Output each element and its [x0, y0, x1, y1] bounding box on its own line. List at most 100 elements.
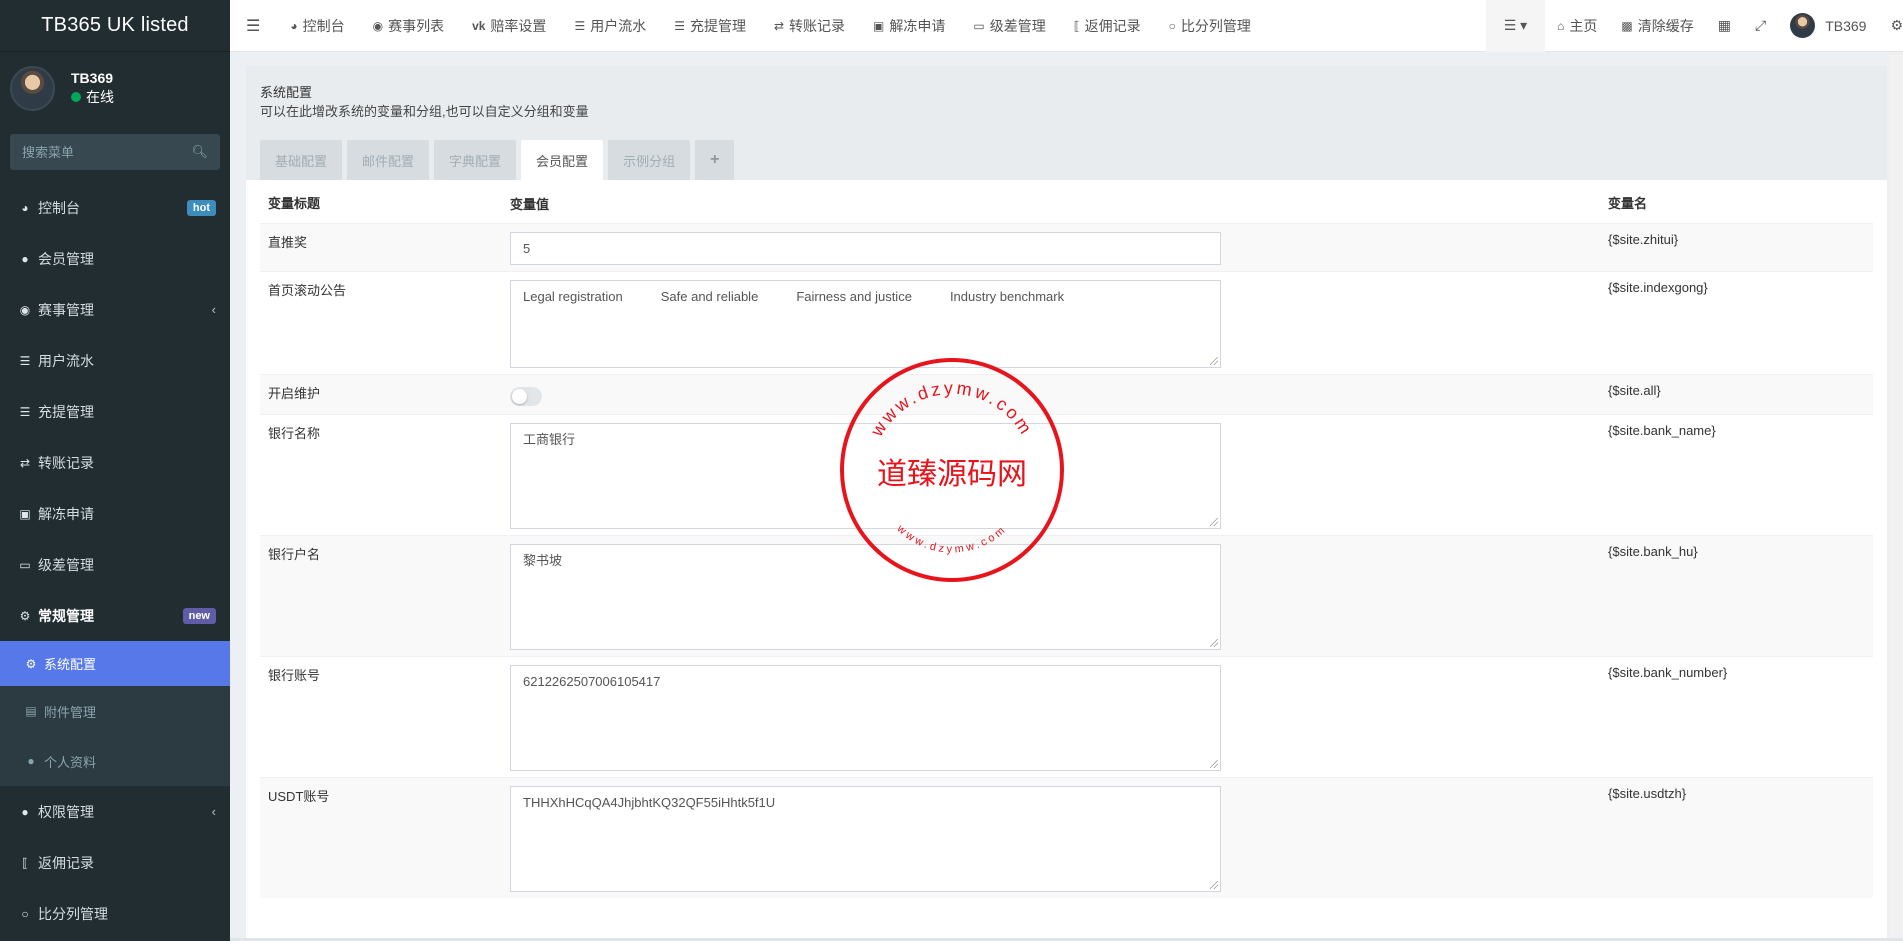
sidebar-submenu: ⚙ 系统配置 ▤ 附件管理 ● 个人资料	[0, 641, 230, 786]
usdt-address-textarea[interactable]: THHXhHCqQA4JhjbhtKQ32QF55iHhtk5f1U	[510, 786, 1221, 892]
maintenance-toggle[interactable]	[510, 387, 542, 406]
indent-list-icon: ☰	[19, 404, 31, 419]
brand-logo[interactable]: TB365 UK listed	[0, 0, 230, 52]
row-title: 银行名称	[268, 426, 321, 441]
transfer-icon: ⇄	[19, 455, 31, 470]
clear-cache-button[interactable]: ▩ 清除缓存	[1609, 0, 1705, 52]
sidebar-search-input[interactable]	[22, 144, 182, 160]
bank-name-textarea[interactable]: 工商银行	[510, 423, 1221, 529]
user-panel: TB369 在线	[0, 52, 230, 124]
topnav-label: 赛事列表	[388, 17, 445, 34]
topnav-level-diff[interactable]: ▭ 级差管理	[959, 0, 1059, 52]
topnav-transfers[interactable]: ⇄ 转账记录	[760, 0, 859, 52]
new-badge: new	[182, 607, 216, 624]
sidebar-item-dashboard[interactable]: ◕ 控制台 hot	[0, 182, 230, 233]
list-icon: ☰	[19, 353, 31, 368]
sidebar-item-level-diff[interactable]: ▭ 级差管理	[0, 539, 230, 590]
menu-dropdown-button[interactable]: ☰ ▾	[1485, 0, 1546, 52]
sidebar-item-events[interactable]: ◉ 赛事管理 ‹	[0, 284, 230, 335]
topnav-label: 转账记录	[789, 17, 846, 34]
tab-member[interactable]: 会员配置	[521, 140, 604, 180]
settings-button[interactable]: ⚙	[1878, 0, 1903, 52]
fullscreen-button[interactable]: ⤢	[1743, 0, 1778, 52]
image-icon: ▣	[873, 18, 885, 33]
tab-basic[interactable]: 基础配置	[260, 140, 343, 180]
sidebar-search: 🔍︎	[10, 134, 220, 170]
sidebar-item-members[interactable]: ● 会员管理	[0, 233, 230, 284]
topnav-commission[interactable]: ⟦ 返佣记录	[1060, 0, 1155, 52]
sidebar-item-system-config[interactable]: ⚙ 系统配置	[0, 641, 230, 686]
sidebar-item-label: 比分列管理	[38, 905, 108, 922]
sidebar-item-permissions[interactable]: ● 权限管理 ‹	[0, 786, 230, 837]
user-status: 在线	[71, 87, 114, 107]
tab-email[interactable]: 邮件配置	[347, 140, 430, 180]
trash-icon: ▩	[1621, 18, 1633, 33]
sidebar-item-label: 常规管理	[38, 607, 94, 624]
sidebar-item-label: 充提管理	[38, 403, 94, 420]
table-row: USDT账号 THHXhHCqQA4JhjbhtKQ32QF55iHhtk5f1…	[260, 777, 1873, 898]
user-icon: ●	[27, 754, 35, 768]
file-image-icon: ▤	[25, 704, 37, 718]
home-link[interactable]: ⌂ 主页	[1545, 0, 1609, 52]
config-table: 变量标题 变量值 变量名 直推奖 5 {$site.zhitui} 首页滚动公告…	[246, 180, 1887, 898]
dashboard-icon: ◕	[21, 200, 29, 215]
tab-example-group[interactable]: 示例分组	[608, 140, 691, 180]
row-var-name: {$site.bank_hu}	[1608, 544, 1698, 559]
indent-list-icon: ☰	[674, 18, 685, 33]
cogs-icon: ⚙	[19, 608, 31, 623]
add-tab-button[interactable]: +	[695, 140, 735, 180]
row-title: USDT账号	[268, 789, 330, 804]
notice-textarea[interactable]: Legal registration Safe and reliable Fairn…	[510, 280, 1221, 368]
config-tabs: 基础配置 邮件配置 字典配置 会员配置 示例分组 +	[260, 140, 1873, 180]
sidebar-item-label: 附件管理	[44, 704, 97, 720]
notice-item: Safe and reliable	[660, 289, 759, 304]
topnav-label: 控制台	[302, 17, 345, 34]
home-label: 主页	[1569, 17, 1598, 34]
sidebar-item-general[interactable]: ⚙ 常规管理 new	[0, 590, 230, 641]
topnav-odds-settings[interactable]: vk 赔率设置	[458, 0, 560, 52]
page-scrollbar[interactable]	[1889, 52, 1903, 941]
topnav-score-columns[interactable]: ○ 比分列管理	[1155, 0, 1265, 52]
bank-number-textarea[interactable]: 6212262507006105417	[510, 665, 1221, 771]
zhitui-input[interactable]: 5	[510, 232, 1221, 265]
topnav-user-flow[interactable]: ☰ 用户流水	[560, 0, 660, 52]
sidebar-item-label: 个人资料	[44, 754, 97, 770]
chevron-left-icon: ‹	[211, 302, 216, 317]
topnav-event-list[interactable]: ◉ 赛事列表	[359, 0, 458, 52]
translate-icon: ▦	[1717, 17, 1731, 33]
table-row: 首页滚动公告 Legal registration Safe and reliab…	[260, 271, 1873, 374]
hot-badge: hot	[186, 199, 216, 216]
sidebar-item-commission[interactable]: ⟦ 返佣记录	[0, 837, 230, 888]
sidebar-item-transfers[interactable]: ⇄ 转账记录	[0, 437, 230, 488]
row-var-name: {$site.all}	[1608, 383, 1661, 398]
sidebar-item-label: 返佣记录	[38, 854, 94, 871]
vk-icon: vk	[472, 18, 486, 33]
notice-item: Industry benchmark	[949, 289, 1065, 304]
search-icon[interactable]: 🔍︎	[191, 144, 208, 160]
topnav-deposit-withdraw[interactable]: ☰ 充提管理	[660, 0, 760, 52]
topnav-label: 级差管理	[989, 17, 1046, 34]
window-icon: ▭	[973, 18, 985, 33]
topnav-unfreeze[interactable]: ▣ 解冻申请	[859, 0, 959, 52]
row-var-name: {$site.usdtzh}	[1608, 786, 1687, 801]
row-var-name: {$site.bank_number}	[1608, 665, 1728, 680]
sidebar-item-attachments[interactable]: ▤ 附件管理	[0, 686, 230, 736]
bank-holder-textarea[interactable]: 黎书坡	[510, 544, 1221, 650]
notice-item: Legal registration	[523, 289, 623, 304]
tab-dictionary[interactable]: 字典配置	[434, 140, 517, 180]
sidebar-toggle-button[interactable]: ☰	[230, 0, 276, 52]
sidebar-item-deposit-withdraw[interactable]: ☰ 充提管理	[0, 386, 230, 437]
sidebar-item-user-flow[interactable]: ☰ 用户流水	[0, 335, 230, 386]
page-description: 可以在此增改系统的变量和分组,也可以自定义分组和变量	[260, 104, 589, 119]
user-menu[interactable]: TB369	[1778, 0, 1878, 52]
header-title: 变量标题	[268, 196, 321, 211]
language-button[interactable]: ▦	[1706, 0, 1743, 52]
topnav-dashboard[interactable]: ◕ 控制台	[276, 0, 358, 52]
sidebar-item-unfreeze[interactable]: ▣ 解冻申请	[0, 488, 230, 539]
sidebar-item-score-columns[interactable]: ○ 比分列管理	[0, 888, 230, 939]
gear-icon: ⚙	[25, 656, 37, 671]
row-var-name: {$site.indexgong}	[1608, 280, 1708, 295]
sidebar-item-profile[interactable]: ● 个人资料	[0, 736, 230, 786]
user-status-label: 在线	[86, 89, 114, 105]
globe-icon: ◉	[19, 302, 31, 317]
